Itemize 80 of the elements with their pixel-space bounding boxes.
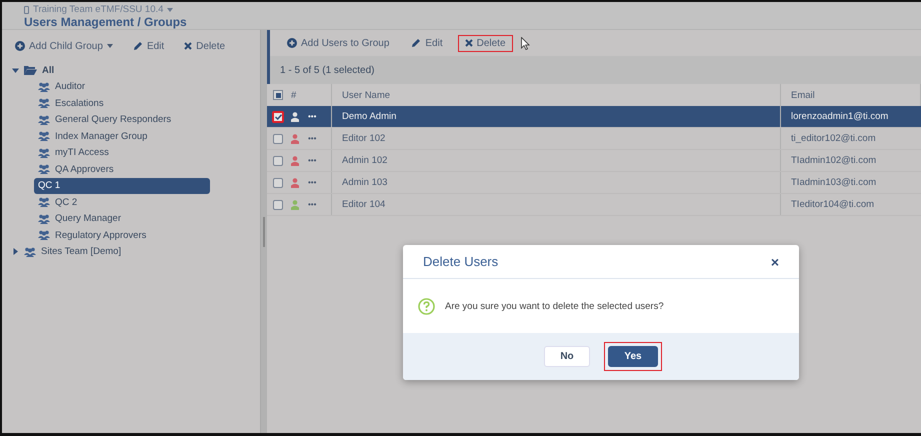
group-icon	[24, 246, 36, 257]
toolbar-button[interactable]: Add Users to Group	[280, 34, 396, 52]
splitter-handle[interactable]	[260, 30, 267, 433]
table-cell: ti_editor102@ti.com	[780, 128, 920, 150]
group-icon	[38, 164, 50, 174]
group-icon	[38, 214, 50, 224]
tree-item[interactable]: General Query Responders	[34, 112, 210, 128]
tree-item[interactable]: Sites Team [Demo]	[8, 244, 254, 260]
select-all-checkbox[interactable]	[273, 90, 283, 100]
page-title: Users Management / Groups	[24, 15, 188, 29]
tree-item[interactable]: Auditor	[34, 78, 210, 95]
plus-circle-icon	[287, 38, 297, 48]
group-icon	[38, 114, 50, 125]
check-icon	[274, 114, 282, 120]
pencil-icon	[132, 41, 143, 51]
table-cell: TIadmin102@ti.com	[780, 150, 920, 172]
table-cell: TIeditor104@ti.com	[780, 194, 920, 216]
breadcrumb-link[interactable]: Training Team eTMF/SSU 10.4	[33, 4, 164, 15]
table-cell: TIadmin103@ti.com	[780, 172, 920, 194]
question-icon	[418, 298, 435, 314]
toolbar-button[interactable]: Delete	[458, 34, 513, 52]
tree-item[interactable]: Regulatory Approvers	[34, 227, 210, 244]
tree-item[interactable]: QC 2	[34, 194, 210, 210]
table-row[interactable]: ••• Demo Admin lorenzoadmin1@ti.com	[267, 106, 920, 128]
folder-icon	[24, 65, 37, 76]
toolbar-button[interactable]: Edit	[126, 38, 172, 54]
more-button[interactable]: •••	[308, 200, 316, 209]
group-icon	[38, 148, 50, 158]
group-icon	[38, 230, 50, 240]
tree-item[interactable]: QA Approvers	[34, 161, 210, 178]
cursor-icon	[520, 36, 530, 50]
phone-icon	[24, 6, 29, 14]
record-count: 1 - 5 of 5 (1 selected)	[267, 56, 921, 84]
table-cell: Editor 102	[332, 128, 780, 150]
row-checkbox[interactable]	[272, 110, 284, 122]
table-row[interactable]: ••• Admin 102 TIadmin102@ti.com	[267, 150, 920, 172]
row-checkbox[interactable]	[273, 178, 283, 188]
table-cell: Admin 102	[332, 150, 780, 172]
tree-item[interactable]: Query Manager	[34, 210, 210, 227]
column-header[interactable]: Email	[780, 84, 920, 106]
table-cell: lorenzoadmin1@ti.com	[780, 106, 920, 128]
toolbar-button[interactable]: Add Child Group	[8, 38, 120, 54]
group-icon	[38, 82, 50, 92]
group-icon	[38, 197, 50, 208]
table-cell: Admin 103	[332, 172, 780, 194]
caret-right-icon[interactable]	[12, 248, 19, 256]
plus-circle-icon	[15, 41, 25, 51]
more-button[interactable]: •••	[308, 134, 316, 143]
table-cell: Editor 104	[332, 194, 780, 216]
row-checkbox[interactable]	[273, 200, 283, 210]
close-icon	[184, 42, 192, 50]
dialog-message: Are you sure you want to delete the selected users?	[445, 300, 664, 312]
column-header[interactable]: #	[287, 84, 332, 106]
group-icon	[38, 131, 50, 142]
table-cell: Demo Admin	[332, 106, 780, 128]
more-button[interactable]: •••	[308, 178, 316, 187]
table-row[interactable]: ••• Admin 103 TIadmin103@ti.com	[267, 172, 920, 194]
dialog-button[interactable]: Yes	[608, 346, 658, 367]
table-row[interactable]: ••• Editor 104 TIeditor104@ti.com	[267, 194, 920, 216]
more-button[interactable]: •••	[308, 112, 316, 121]
tree-item[interactable]: myTI Access	[34, 144, 210, 161]
tree-item[interactable]: QC 1	[34, 178, 210, 194]
close-button[interactable]: ×	[770, 254, 779, 270]
more-button[interactable]: •••	[308, 156, 316, 165]
caret-down-icon[interactable]	[12, 66, 19, 74]
tree-item[interactable]: Index Manager Group	[34, 128, 210, 144]
toolbar-button[interactable]: Delete	[177, 38, 232, 54]
pencil-icon	[411, 38, 422, 48]
row-checkbox[interactable]	[273, 156, 283, 166]
toolbar-button[interactable]: Edit	[404, 34, 450, 52]
close-icon	[464, 39, 473, 47]
tree-item[interactable]: All	[8, 62, 254, 78]
table-row[interactable]: ••• Editor 102 ti_editor102@ti.com	[267, 128, 920, 150]
row-checkbox[interactable]	[273, 134, 283, 144]
dialog-button[interactable]: No	[544, 346, 590, 367]
column-header[interactable]: User Name	[332, 84, 780, 106]
tree-item[interactable]: Escalations	[34, 95, 210, 112]
group-icon	[38, 98, 50, 108]
caret-down-icon[interactable]	[167, 8, 174, 12]
dialog-title: Delete Users	[423, 254, 498, 269]
